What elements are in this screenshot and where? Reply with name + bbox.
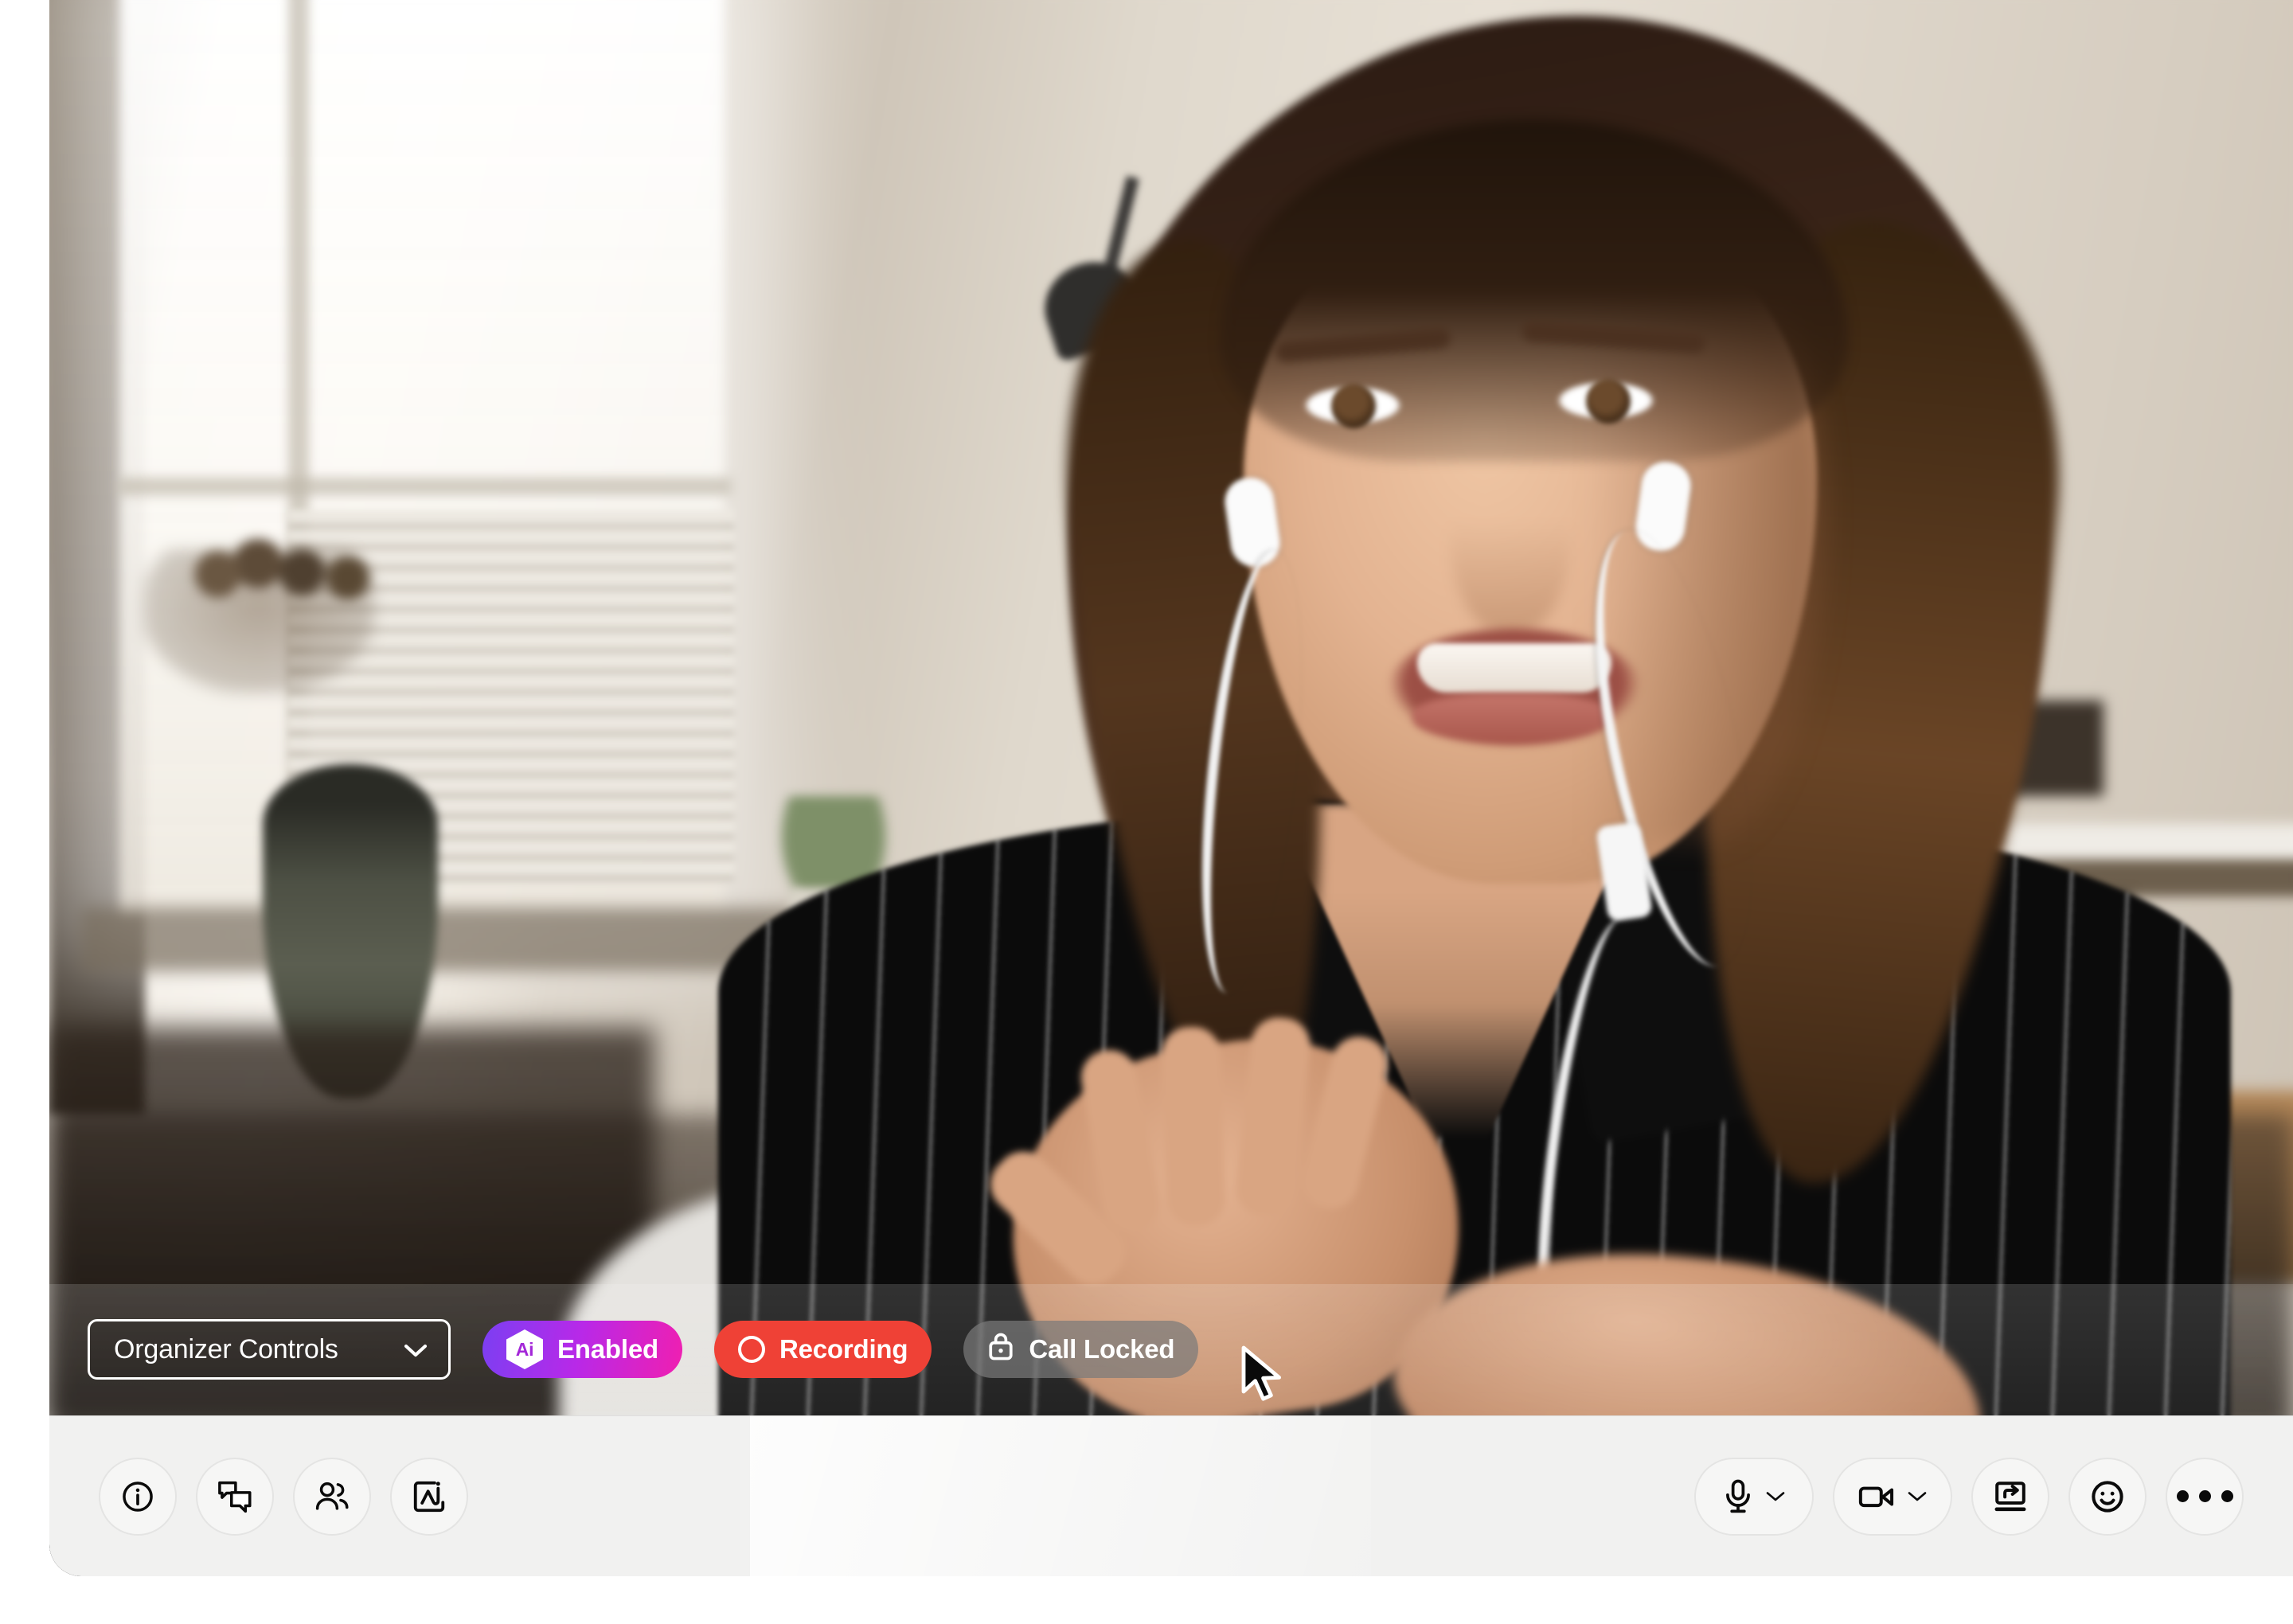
toolbar-button-reactions[interactable] [2068,1457,2147,1536]
toolbar-button-chat[interactable] [196,1457,274,1536]
chevron-down-icon [1907,1490,1928,1503]
chat-bubbles-icon [217,1479,253,1514]
video-participant [49,0,2293,1415]
participant-teeth [1417,643,1611,693]
toolbar-right-group [1694,1457,2244,1536]
status-badge-locked-label: Call Locked [1029,1334,1175,1364]
chevron-down-icon [404,1334,428,1365]
call-surface: Organizer Controls Ai Enabled Recording [49,0,2293,1576]
organizer-controls-dropdown[interactable]: Organizer Controls [88,1319,451,1380]
people-icon [314,1479,350,1514]
toolbar-button-camera[interactable] [1833,1457,1952,1536]
video-call-app: Organizer Controls Ai Enabled Recording [0,0,2293,1624]
participant-iris-right [1586,379,1631,424]
ai-notes-icon [411,1478,447,1515]
record-circle-icon [737,1336,765,1363]
toolbar-button-participants[interactable] [293,1457,371,1536]
share-screen-icon [1992,1480,2029,1513]
status-badge-call-locked[interactable]: Call Locked [963,1321,1199,1378]
toolbar-button-more[interactable] [2166,1457,2244,1536]
status-badge-ai-label: Enabled [557,1334,658,1364]
info-circle-icon [120,1479,155,1514]
toolbar-button-microphone[interactable] [1694,1457,1814,1536]
organizer-controls-label: Organizer Controls [114,1333,338,1364]
toolbar-button-share-screen[interactable] [1971,1457,2049,1536]
toolbar-button-info[interactable] [99,1457,177,1536]
toolbar-button-ai-notes[interactable] [390,1457,468,1536]
participant-lower-lip [1412,694,1611,744]
participant-nose [1451,446,1570,637]
ai-hexagon-icon: Ai [506,1329,543,1369]
status-badge-recording-label: Recording [779,1334,908,1364]
status-badge-ai-enabled[interactable]: Ai Enabled [482,1321,682,1378]
participant-finger [1160,1025,1227,1228]
video-camera-icon [1857,1482,1896,1511]
lock-icon [987,1331,1014,1368]
call-toolbar [49,1415,2293,1576]
more-dots-icon [2176,1490,2233,1502]
toolbar-left-group [99,1457,468,1536]
status-badge-recording[interactable]: Recording [713,1321,932,1378]
main-video-tile[interactable] [49,0,2293,1415]
smiley-face-icon [2089,1478,2126,1515]
organizer-controls-row: Organizer Controls Ai Enabled Recording [88,1318,1199,1381]
participant-iris-left [1331,384,1376,428]
microphone-icon [1722,1478,1754,1515]
chevron-down-icon [1765,1490,1786,1503]
